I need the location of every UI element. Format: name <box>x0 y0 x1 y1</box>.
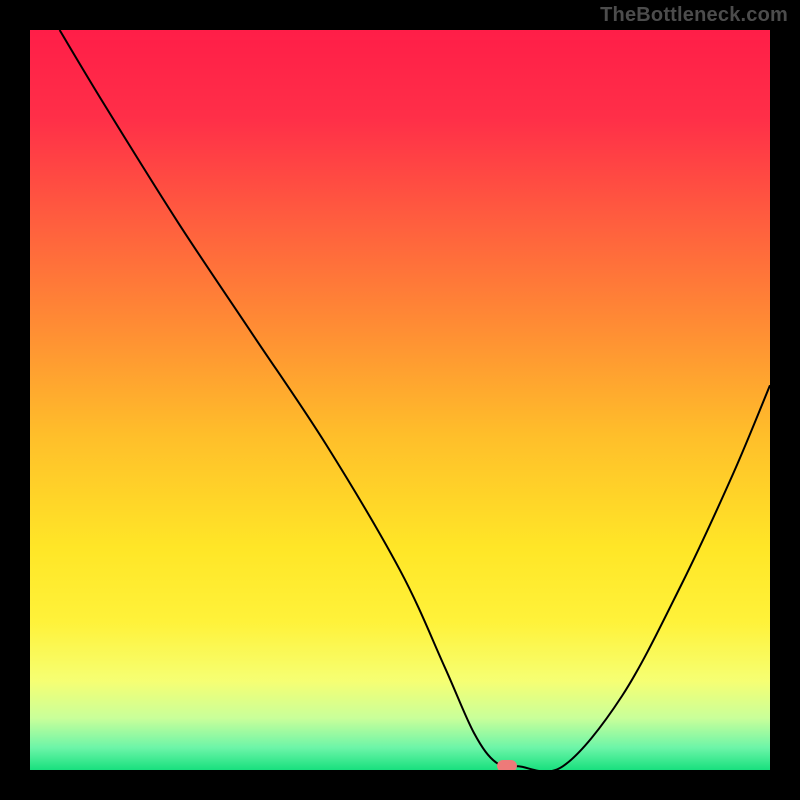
watermark-text: TheBottleneck.com <box>600 4 788 27</box>
plot-area <box>30 30 770 770</box>
plot-svg <box>30 30 770 770</box>
chart-frame: TheBottleneck.com <box>0 0 800 800</box>
gradient-background <box>30 30 770 770</box>
